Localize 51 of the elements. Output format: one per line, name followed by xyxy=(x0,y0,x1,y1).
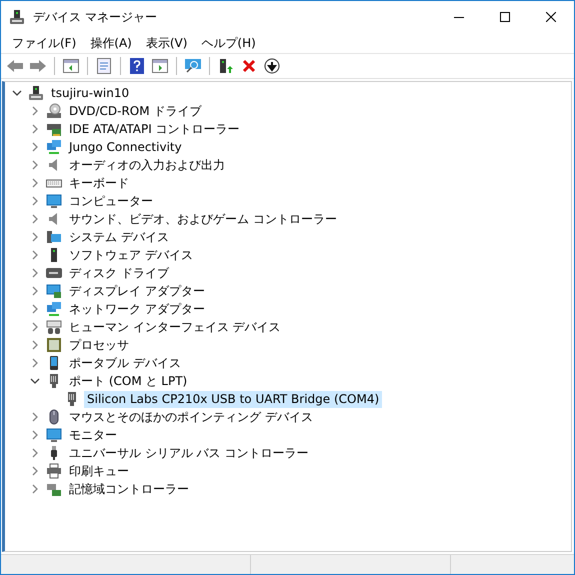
tree-item[interactable]: ヒューマン インターフェイス デバイス xyxy=(66,318,284,336)
window-title: デバイス マネージャー xyxy=(33,8,157,26)
menu-item[interactable]: ファイル(F) xyxy=(5,34,84,52)
monitor-icon xyxy=(46,193,62,209)
tree-item[interactable]: ソフトウェア デバイス xyxy=(66,246,196,264)
monitor-icon xyxy=(46,427,62,443)
tree-item[interactable]: Silicon Labs CP210x USB to UART Bridge (COM4) xyxy=(84,390,382,408)
controller-card-icon xyxy=(46,121,62,137)
menu-item[interactable]: ヘルプ(H) xyxy=(194,34,263,52)
disk-drive-icon xyxy=(46,265,62,281)
tree-item[interactable]: システム デバイス xyxy=(66,228,172,246)
tree-item[interactable]: キーボード xyxy=(66,174,132,192)
action-pane-button[interactable] xyxy=(150,56,170,76)
storage-controller-icon xyxy=(46,481,62,497)
tree-item[interactable]: マウスとそのほかのポインティング デバイス xyxy=(66,408,316,426)
chevron-down-icon xyxy=(30,376,40,386)
tree-item[interactable]: サウンド、ビデオ、およびゲーム コントローラー xyxy=(66,210,340,228)
tree-item[interactable]: ディスプレイ アダプター xyxy=(66,282,208,300)
tree-item[interactable]: オーディオの入力および出力 xyxy=(66,156,228,174)
menu-item[interactable]: 操作(A) xyxy=(83,34,139,52)
tree-item[interactable]: 記憶域コントローラー xyxy=(66,480,192,498)
tree-item[interactable]: IDE ATA/ATAPI コントローラー xyxy=(66,120,243,138)
system-icon xyxy=(46,229,62,245)
tree-item[interactable]: モニター xyxy=(66,426,120,444)
tree-item[interactable]: プロセッサ xyxy=(66,336,132,354)
tree-item[interactable]: ユニバーサル シリアル バス コントローラー xyxy=(66,444,312,462)
tree-item[interactable]: ネットワーク アダプター xyxy=(66,300,208,318)
console-tree-button[interactable] xyxy=(61,56,81,76)
close-icon xyxy=(546,12,556,22)
help-button[interactable] xyxy=(127,56,147,76)
tree-item[interactable]: 印刷キュー xyxy=(66,462,132,480)
disc-drive-icon xyxy=(46,103,62,119)
tree-item[interactable]: ポータブル デバイス xyxy=(66,354,184,372)
tree-item[interactable]: tsujiru-win10 xyxy=(48,84,132,102)
properties-button[interactable] xyxy=(94,56,114,76)
printer-icon xyxy=(46,463,62,479)
tree-item[interactable]: コンピューター xyxy=(66,192,156,210)
tree-item[interactable]: Jungo Connectivity xyxy=(66,138,185,156)
chevron-down-icon xyxy=(12,88,22,98)
display-adapter-icon xyxy=(46,283,62,299)
menu-item[interactable]: 表示(V) xyxy=(138,34,194,52)
tree-item[interactable]: ポート (COM と LPT) xyxy=(66,372,190,390)
disable-button[interactable] xyxy=(262,56,282,76)
tree-item[interactable]: ディスク ドライブ xyxy=(66,264,172,282)
app-icon xyxy=(9,8,25,24)
computer-icon xyxy=(28,85,44,101)
chip-icon xyxy=(46,337,62,353)
tree-item[interactable]: DVD/CD-ROM ドライブ xyxy=(66,102,204,120)
network-icon xyxy=(46,139,62,155)
network-icon xyxy=(46,301,62,317)
maximize-icon xyxy=(500,12,510,22)
